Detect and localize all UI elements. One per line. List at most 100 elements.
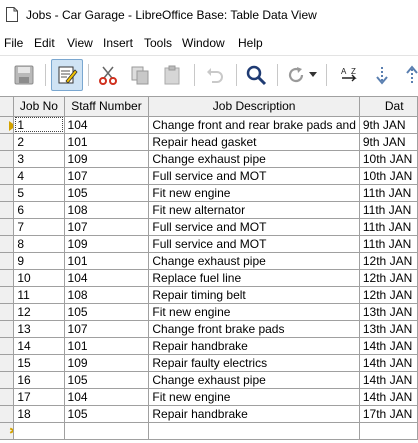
row-selector[interactable] bbox=[0, 235, 15, 253]
cell-job-description[interactable]: Full service and MOT bbox=[148, 235, 360, 253]
sort-down-icon[interactable] bbox=[366, 59, 398, 91]
column-header-job-no[interactable]: Job No bbox=[13, 97, 65, 117]
menu-file[interactable]: File bbox=[4, 36, 23, 50]
row-selector[interactable] bbox=[0, 354, 15, 372]
cell-date[interactable]: 10th JAN bbox=[359, 167, 418, 185]
cell-staff-number[interactable]: 107 bbox=[64, 218, 150, 236]
cell-job-description[interactable]: Repair handbrake bbox=[148, 405, 360, 423]
table-row[interactable]: 9 101 Change exhaust pipe 12th JAN bbox=[0, 252, 418, 270]
cell-staff-number[interactable]: 104 bbox=[64, 116, 150, 134]
sort-up-icon[interactable] bbox=[396, 59, 418, 91]
cell-job-no[interactable]: 7 bbox=[13, 218, 65, 236]
cell-date[interactable]: 11th JAN bbox=[359, 218, 418, 236]
corner-header[interactable] bbox=[0, 97, 15, 117]
cut-icon[interactable] bbox=[92, 59, 124, 91]
column-header-date[interactable]: Dat bbox=[359, 97, 418, 117]
cell-job-description[interactable]: Change exhaust pipe bbox=[148, 371, 360, 389]
cell-staff-number[interactable] bbox=[64, 422, 150, 440]
cell-job-no[interactable]: 9 bbox=[13, 252, 65, 270]
row-selector[interactable] bbox=[0, 320, 15, 338]
cell-job-description[interactable]: Full service and MOT bbox=[148, 167, 360, 185]
row-selector[interactable] bbox=[0, 150, 15, 168]
menu-view[interactable]: View bbox=[67, 36, 93, 50]
row-selector[interactable] bbox=[0, 133, 15, 151]
row-selector[interactable] bbox=[0, 337, 15, 355]
cell-staff-number[interactable]: 105 bbox=[64, 371, 150, 389]
cell-job-description[interactable]: Repair handbrake bbox=[148, 337, 360, 355]
cell-staff-number[interactable]: 107 bbox=[64, 320, 150, 338]
save-icon[interactable] bbox=[8, 59, 40, 91]
cell-job-no[interactable]: 4 bbox=[13, 167, 65, 185]
cell-date[interactable]: 14th JAN bbox=[359, 354, 418, 372]
column-header-job-description[interactable]: Job Description bbox=[148, 97, 360, 117]
cell-job-description[interactable]: Change front brake pads bbox=[148, 320, 360, 338]
cell-job-no[interactable]: 18 bbox=[13, 405, 65, 423]
cell-job-no[interactable]: 12 bbox=[13, 303, 65, 321]
cell-date[interactable]: 10th JAN bbox=[359, 150, 418, 168]
menu-help[interactable]: Help bbox=[238, 36, 263, 50]
table-row[interactable]: 1 104 Change front and rear brake pads and… bbox=[0, 116, 418, 134]
cell-staff-number[interactable]: 105 bbox=[64, 303, 150, 321]
cell-date[interactable]: 14th JAN bbox=[359, 337, 418, 355]
cell-job-no[interactable]: 2 bbox=[13, 133, 65, 151]
cell-date[interactable]: 12th JAN bbox=[359, 269, 418, 287]
cell-staff-number[interactable]: 104 bbox=[64, 388, 150, 406]
data-grid[interactable]: Job No Staff Number Job Description Dat … bbox=[0, 96, 418, 443]
cell-job-description[interactable]: Repair timing belt bbox=[148, 286, 360, 304]
cell-job-description[interactable]: Repair head gasket bbox=[148, 133, 360, 151]
cell-date[interactable]: 12th JAN bbox=[359, 252, 418, 270]
cell-date[interactable]: 11th JAN bbox=[359, 235, 418, 253]
cell-job-no[interactable]: 3 bbox=[13, 150, 65, 168]
row-selector[interactable] bbox=[0, 167, 15, 185]
cell-job-no[interactable]: 6 bbox=[13, 201, 65, 219]
row-selector[interactable] bbox=[0, 269, 15, 287]
cell-job-no[interactable] bbox=[13, 422, 65, 440]
row-selector[interactable]: ✱ bbox=[0, 422, 15, 440]
table-row[interactable]: 2 101 Repair head gasket 9th JAN bbox=[0, 133, 418, 151]
cell-staff-number[interactable]: 101 bbox=[64, 133, 150, 151]
cell-job-no[interactable]: 13 bbox=[13, 320, 65, 338]
row-selector[interactable] bbox=[0, 252, 15, 270]
cell-staff-number[interactable]: 101 bbox=[64, 337, 150, 355]
table-row[interactable]: 7 107 Full service and MOT 11th JAN bbox=[0, 218, 418, 236]
table-row[interactable]: 15 109 Repair faulty electrics 14th JAN bbox=[0, 354, 418, 372]
cell-staff-number[interactable]: 104 bbox=[64, 269, 150, 287]
cell-job-no[interactable]: 15 bbox=[13, 354, 65, 372]
menu-edit[interactable]: Edit bbox=[34, 36, 55, 50]
undo-icon[interactable] bbox=[198, 59, 230, 91]
row-selector[interactable] bbox=[0, 388, 15, 406]
cell-staff-number[interactable]: 109 bbox=[64, 354, 150, 372]
table-row[interactable]: 3 109 Change exhaust pipe 10th JAN bbox=[0, 150, 418, 168]
cell-job-no[interactable]: 10 bbox=[13, 269, 65, 287]
cell-staff-number[interactable]: 107 bbox=[64, 167, 150, 185]
cell-job-description[interactable]: Repair faulty electrics bbox=[148, 354, 360, 372]
cell-date[interactable]: 9th JAN bbox=[359, 116, 418, 134]
new-record-row[interactable]: ✱ bbox=[0, 422, 418, 440]
cell-date[interactable]: 14th JAN bbox=[359, 371, 418, 389]
cell-job-description[interactable]: Fit new engine bbox=[148, 388, 360, 406]
table-row[interactable]: 12 105 Fit new engine 13th JAN bbox=[0, 303, 418, 321]
table-row[interactable]: 17 104 Fit new engine 14th JAN bbox=[0, 388, 418, 406]
copy-icon[interactable] bbox=[124, 59, 156, 91]
cell-job-no[interactable]: 11 bbox=[13, 286, 65, 304]
cell-job-no[interactable]: 16 bbox=[13, 371, 65, 389]
table-row[interactable]: 18 105 Repair handbrake 17th JAN bbox=[0, 405, 418, 423]
cell-date[interactable]: 12th JAN bbox=[359, 286, 418, 304]
cell-date[interactable]: 17th JAN bbox=[359, 405, 418, 423]
paste-icon[interactable] bbox=[156, 59, 188, 91]
table-row[interactable]: 5 105 Fit new engine 11th JAN bbox=[0, 184, 418, 202]
cell-date[interactable] bbox=[359, 422, 418, 440]
table-row[interactable]: 4 107 Full service and MOT 10th JAN bbox=[0, 167, 418, 185]
cell-job-no[interactable]: 17 bbox=[13, 388, 65, 406]
table-row[interactable]: 11 108 Repair timing belt 12th JAN bbox=[0, 286, 418, 304]
cell-job-description[interactable] bbox=[148, 422, 360, 440]
cell-date[interactable]: 11th JAN bbox=[359, 201, 418, 219]
cell-staff-number[interactable]: 109 bbox=[64, 150, 150, 168]
row-selector[interactable] bbox=[0, 116, 15, 134]
find-icon[interactable] bbox=[240, 59, 272, 91]
cell-job-no[interactable]: 8 bbox=[13, 235, 65, 253]
cell-job-description[interactable]: Full service and MOT bbox=[148, 218, 360, 236]
table-row[interactable]: 13 107 Change front brake pads 13th JAN bbox=[0, 320, 418, 338]
cell-job-description[interactable]: Change exhaust pipe bbox=[148, 150, 360, 168]
table-row[interactable]: 8 109 Full service and MOT 11th JAN bbox=[0, 235, 418, 253]
